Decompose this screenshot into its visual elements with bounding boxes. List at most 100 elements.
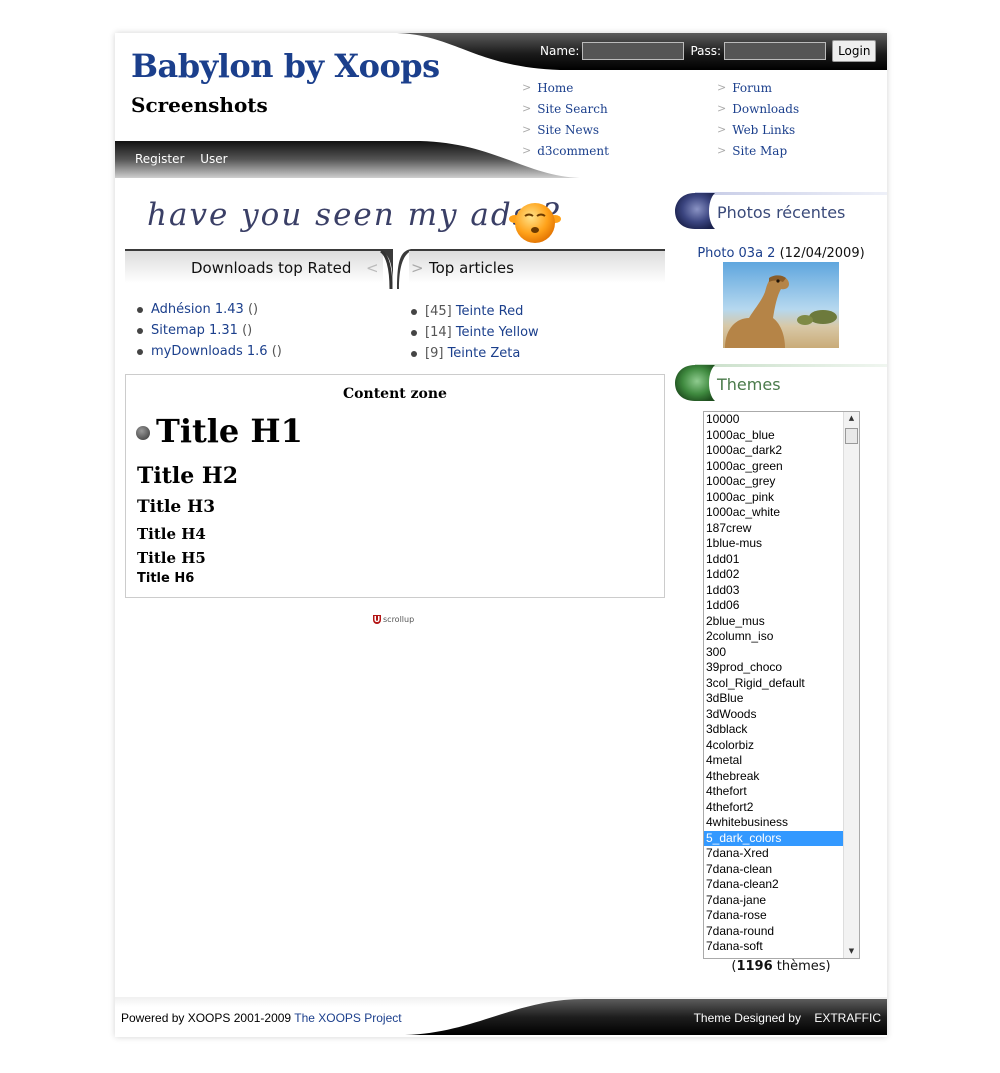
photo-caption: Photo 03a 2 (12/04/2009) [675,246,887,261]
theme-option[interactable]: 3col_Rigid_default [704,676,859,692]
theme-option[interactable]: 7dana-Xred [704,846,859,862]
theme-option[interactable]: 2column_iso [704,629,859,645]
nav-item-d3comment[interactable]: > d3comment [522,140,609,161]
theme-option[interactable]: 1dd06 [704,598,859,614]
theme-option[interactable]: 2blue_mus [704,614,859,630]
download-link[interactable]: myDownloads 1.6 [151,344,268,359]
password-input[interactable] [724,42,827,60]
chevron-left-icon: < [366,259,379,277]
nav-link[interactable]: Downloads [732,102,799,116]
theme-select-list[interactable]: 10000 1000ac_blue 1000ac_dark2 1000ac_green… [703,411,860,959]
scrollbar[interactable]: ▲ ▼ [843,412,859,958]
article-hits: [9] [425,346,444,361]
theme-option[interactable]: 10000 [704,412,859,428]
scrollbar-thumb[interactable] [845,428,858,444]
theme-option[interactable]: 3dWoods [704,707,859,723]
chevron-right-icon: > [522,102,532,115]
footer-credits: Theme Designed by EXTRAFFIC [694,1011,881,1025]
ads-banner[interactable]: have you seen my ads ? [147,197,561,233]
theme-option[interactable]: 1000ac_blue [704,428,859,444]
nav-link[interactable]: Site Map [732,144,787,158]
nav-link[interactable]: Site News [537,123,599,137]
nav-item-forum[interactable]: > Forum [717,77,799,98]
article-link[interactable]: Teinte Zeta [448,346,521,361]
theme-option[interactable]: 1000ac_white [704,505,859,521]
bullet-icon [137,327,143,334]
header: Babylon by Xoops Screenshots Name: Pass:… [115,33,887,178]
download-link[interactable]: Sitemap 1.31 [151,323,238,338]
theme-option[interactable]: 1000ac_dark2 [704,443,859,459]
register-link[interactable]: Register [135,152,184,166]
scroll-up-arrow-icon[interactable]: ▲ [844,412,859,425]
name-input[interactable] [582,42,685,60]
login-button[interactable]: Login [832,40,877,62]
main-nav-right: > Forum > Downloads > Web Links > Site Map [717,77,799,161]
theme-option[interactable]: 4thebreak [704,769,859,785]
theme-option[interactable]: 3dBlue [704,691,859,707]
theme-count-label: thèmes) [776,959,831,974]
nav-link[interactable]: Forum [732,81,772,95]
theme-count-value: 1196 [736,959,773,974]
theme-option[interactable]: 7dana-clean [704,862,859,878]
photo-link[interactable]: Photo 03a 2 [697,246,775,261]
theme-option[interactable]: 187crew [704,521,859,537]
theme-option[interactable]: 7dana-jane [704,893,859,909]
content-zone: Content zone Title H1 Title H2 Title H3 … [125,374,665,598]
nav-item-downloads[interactable]: > Downloads [717,98,799,119]
theme-option[interactable]: 7dana-round [704,924,859,940]
themes-block-header: Themes [675,364,887,406]
download-rating: () [271,344,282,359]
content-zone-title: Content zone [343,386,447,402]
theme-option[interactable]: 1000ac_green [704,459,859,475]
theme-option[interactable]: 39prod_choco [704,660,859,676]
theme-option[interactable]: 7dana-rose [704,908,859,924]
photo-date: (12/04/2009) [779,246,865,261]
scroll-down-arrow-icon[interactable]: ▼ [844,945,859,958]
nav-link[interactable]: Home [537,81,573,95]
chevron-right-icon: > [522,123,532,136]
theme-count: (1196 thèmes) [675,959,887,974]
theme-option[interactable]: 1dd03 [704,583,859,599]
xoops-project-link[interactable]: The XOOPS Project [294,1011,401,1025]
theme-option-selected[interactable]: 5_dark_colors [704,830,843,846]
article-link[interactable]: Teinte Red [456,304,524,319]
theme-option[interactable]: 4colorbiz [704,738,859,754]
theme-option[interactable]: 1000ac_grey [704,474,859,490]
theme-option[interactable]: 1dd02 [704,567,859,583]
article-link[interactable]: Teinte Yellow [456,325,539,340]
nav-item-home[interactable]: > Home [522,77,609,98]
user-link[interactable]: User [200,152,227,166]
theme-option[interactable]: 1000ac_pink [704,490,859,506]
nav-item-site-news[interactable]: > Site News [522,119,609,140]
list-item: [14] Teinte Yellow [411,322,539,343]
list-item: Adhésion 1.43 () [137,299,282,320]
scrollup-logo: U [373,615,381,624]
articles-list: [45] Teinte Red [14] Teinte Yellow [9] T… [411,301,539,364]
theme-options: 10000 1000ac_blue 1000ac_dark2 1000ac_green… [704,412,859,955]
nav-item-site-map[interactable]: > Site Map [717,140,799,161]
theme-option[interactable]: 3dblack [704,722,859,738]
download-link[interactable]: Adhésion 1.43 [151,302,244,317]
nav-link[interactable]: Web Links [732,123,795,137]
scrollup-button[interactable]: Uscrollup [373,615,414,624]
camel-photo[interactable] [723,262,839,348]
nav-link[interactable]: d3comment [537,144,609,158]
site-title[interactable]: Babylon by Xoops [131,47,440,85]
bullet-icon [411,308,417,315]
theme-option[interactable]: 4metal [704,753,859,769]
chevron-right-icon: > [522,81,532,94]
article-hits: [45] [425,304,452,319]
theme-option[interactable]: 300 [704,645,859,661]
theme-option[interactable]: 4whitebusiness [704,815,859,831]
list-item: Sitemap 1.31 () [137,320,282,341]
theme-option[interactable]: 7dana-clean2 [704,877,859,893]
nav-link[interactable]: Site Search [537,102,607,116]
theme-option[interactable]: 7dana-soft [704,939,859,955]
theme-option[interactable]: 4thefort2 [704,800,859,816]
nav-item-site-search[interactable]: > Site Search [522,98,609,119]
theme-option[interactable]: 4thefort [704,784,859,800]
theme-option[interactable]: 1dd01 [704,552,859,568]
designer-link[interactable]: EXTRAFFIC [814,1011,881,1025]
nav-item-web-links[interactable]: > Web Links [717,119,799,140]
theme-option[interactable]: 1blue-mus [704,536,859,552]
